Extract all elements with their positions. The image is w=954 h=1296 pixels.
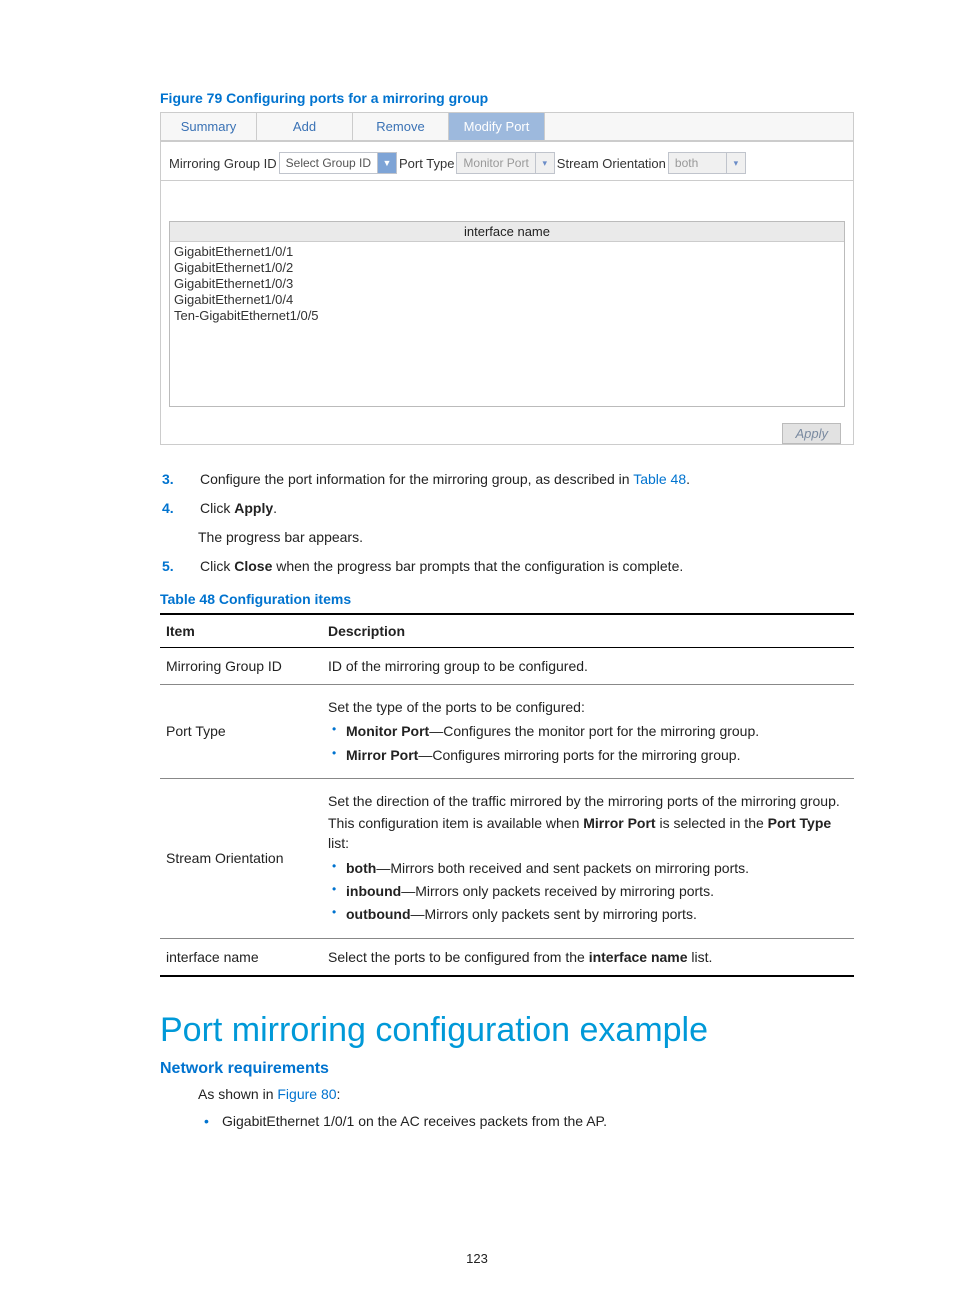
label-stream-orientation: Stream Orientation: [557, 156, 666, 171]
step-5-text-a: Click: [200, 558, 234, 574]
cell-item: Stream Orientation: [160, 778, 322, 938]
interface-table-header: interface name: [170, 222, 844, 242]
step-number: 3.: [160, 469, 200, 490]
step-5: 5. Click Close when the progress bar pro…: [160, 556, 854, 577]
figure-screenshot: Summary Add Remove Modify Port Mirroring…: [160, 112, 854, 445]
step-number: 4.: [160, 498, 200, 519]
table-row: Mirroring Group ID ID of the mirroring g…: [160, 648, 854, 685]
row2-bullet-2: Mirror Port—Configures mirroring ports f…: [328, 745, 848, 765]
apply-button[interactable]: Apply: [782, 423, 841, 444]
step-number: 5.: [160, 556, 200, 577]
subsection-heading: Network requirements: [160, 1060, 854, 1078]
label-port-type: Port Type: [399, 156, 454, 171]
step-3-text-b: .: [686, 471, 690, 487]
row3-p2: This configuration item is available whe…: [328, 813, 848, 854]
step-5-text-b: when the progress bar prompts that the c…: [272, 558, 683, 574]
link-table-48[interactable]: Table 48: [633, 471, 686, 487]
table-row: Stream Orientation Set the direction of …: [160, 778, 854, 938]
dropdown-group-id[interactable]: Select Group ID ▼: [279, 152, 397, 174]
step-4-text-a: Click: [200, 500, 234, 516]
interface-row[interactable]: GigabitEthernet1/0/3: [174, 276, 840, 292]
cell-item: Port Type: [160, 685, 322, 779]
th-item: Item: [160, 614, 322, 648]
th-description: Description: [322, 614, 854, 648]
tab-modify-port[interactable]: Modify Port: [449, 113, 545, 140]
section-heading: Port mirroring configuration example: [160, 1011, 854, 1050]
tab-add[interactable]: Add: [257, 113, 353, 140]
controls-row: Mirroring Group ID Select Group ID ▼ Por…: [161, 141, 853, 181]
dropdown-stream-orientation-value: both: [675, 156, 698, 170]
chevron-down-icon: ▾: [726, 153, 745, 173]
tab-summary[interactable]: Summary: [161, 113, 257, 140]
table-row: interface name Select the ports to be co…: [160, 938, 854, 976]
dropdown-group-id-value: Select Group ID: [286, 156, 371, 170]
row3-p1: Set the direction of the traffic mirrore…: [328, 791, 848, 811]
step-4-text-b: .: [273, 500, 277, 516]
cell-desc: Set the direction of the traffic mirrore…: [322, 778, 854, 938]
interface-row[interactable]: Ten-GigabitEthernet1/0/5: [174, 308, 840, 324]
page-number: 123: [0, 1251, 954, 1266]
cell-item: Mirroring Group ID: [160, 648, 322, 685]
dropdown-port-type[interactable]: Monitor Port ▾: [456, 152, 554, 174]
requirement-item: GigabitEthernet 1/0/1 on the AC receives…: [198, 1111, 854, 1132]
dropdown-port-type-value: Monitor Port: [463, 156, 528, 170]
row2-bullet-1: Monitor Port—Configures the monitor port…: [328, 721, 848, 741]
link-figure-80[interactable]: Figure 80: [277, 1086, 336, 1102]
row3-bullet-1: both—Mirrors both received and sent pack…: [328, 858, 848, 878]
cell-desc: Select the ports to be configured from t…: [322, 938, 854, 976]
row3-bullet-3: outbound—Mirrors only packets sent by mi…: [328, 904, 848, 924]
step-5-bold: Close: [234, 558, 272, 574]
figure-caption: Figure 79 Configuring ports for a mirror…: [160, 90, 854, 106]
table-row: Port Type Set the type of the ports to b…: [160, 685, 854, 779]
row2-intro: Set the type of the ports to be configur…: [328, 697, 848, 717]
step-3-text-a: Configure the port information for the m…: [200, 471, 633, 487]
dropdown-stream-orientation[interactable]: both ▾: [668, 152, 746, 174]
tab-spacer: [545, 113, 853, 140]
cell-desc: Set the type of the ports to be configur…: [322, 685, 854, 779]
step-4: 4. Click Apply.: [160, 498, 854, 519]
interface-row[interactable]: GigabitEthernet1/0/2: [174, 260, 840, 276]
label-mirroring-group-id: Mirroring Group ID: [169, 156, 277, 171]
step-4-bold: Apply: [234, 500, 273, 516]
interface-table-body[interactable]: GigabitEthernet1/0/1 GigabitEthernet1/0/…: [170, 242, 844, 406]
steps-list: 3. Configure the port information for th…: [160, 469, 854, 577]
cell-desc: ID of the mirroring group to be configur…: [322, 648, 854, 685]
config-table: Item Description Mirroring Group ID ID o…: [160, 613, 854, 977]
interface-row[interactable]: GigabitEthernet1/0/1: [174, 244, 840, 260]
interface-table: interface name GigabitEthernet1/0/1 Giga…: [169, 221, 845, 407]
tab-remove[interactable]: Remove: [353, 113, 449, 140]
step-3: 3. Configure the port information for th…: [160, 469, 854, 490]
tab-bar: Summary Add Remove Modify Port: [161, 113, 853, 141]
table-caption: Table 48 Configuration items: [160, 591, 854, 607]
chevron-down-icon: ▾: [535, 153, 554, 173]
row3-bullet-2: inbound—Mirrors only packets received by…: [328, 881, 848, 901]
chevron-down-icon: ▼: [377, 153, 396, 173]
interface-row[interactable]: GigabitEthernet1/0/4: [174, 292, 840, 308]
step-4-sub: The progress bar appears.: [198, 527, 854, 548]
intro-line: As shown in Figure 80:: [198, 1084, 854, 1105]
cell-item: interface name: [160, 938, 322, 976]
requirements-list: GigabitEthernet 1/0/1 on the AC receives…: [198, 1111, 854, 1132]
